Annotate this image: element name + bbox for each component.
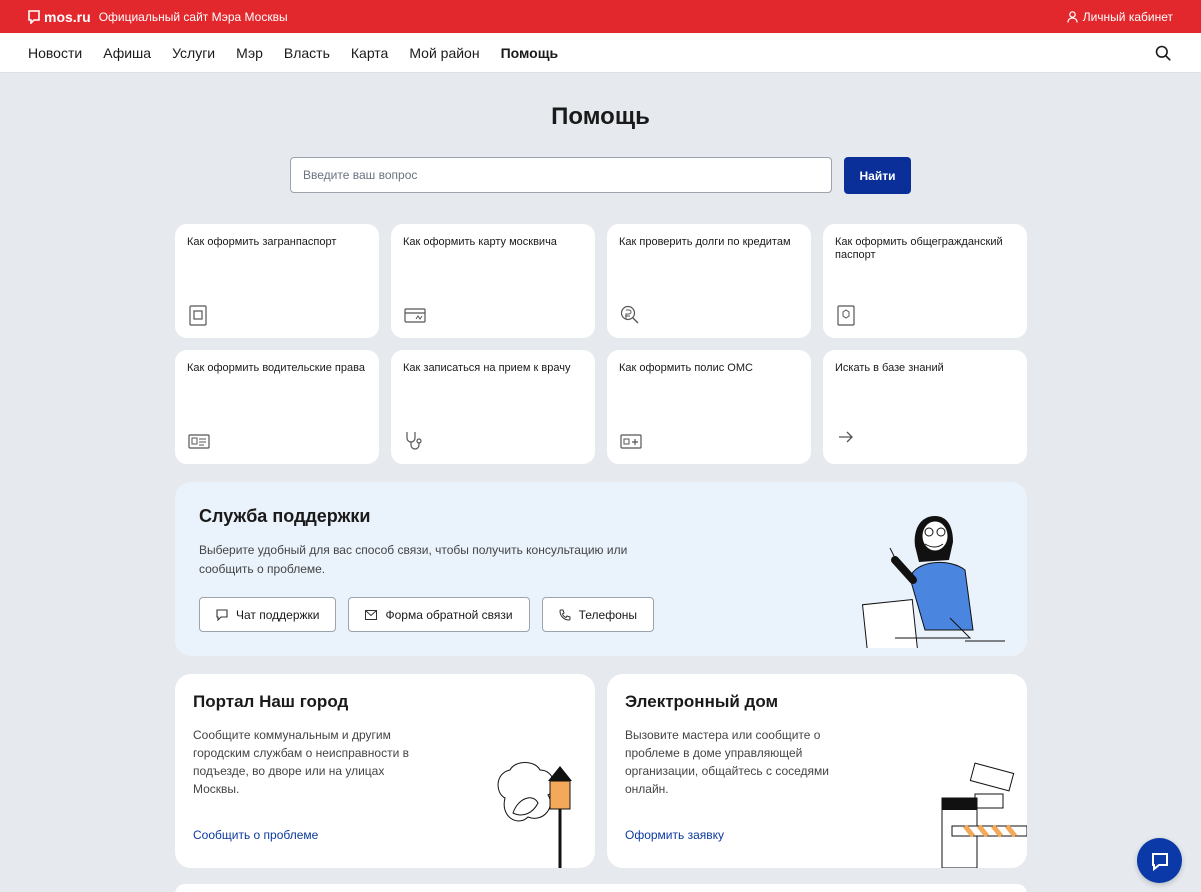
phones-button[interactable]: Телефоны [541, 597, 655, 632]
main-nav: Новости Афиша Услуги Мэр Власть Карта Мо… [0, 33, 1201, 73]
faq-card-zagranpasport[interactable]: Как оформить загранпаспорт [175, 224, 379, 338]
faq-card-internal-passport[interactable]: Как оформить общегражданский паспорт [823, 224, 1027, 338]
insurance-card-icon [620, 434, 642, 449]
chat-bubble-icon [1151, 852, 1168, 871]
service-cards: Портал Наш город Сообщите коммунальным и… [175, 674, 1027, 868]
faq-card-knowledge-base[interactable]: Искать в базе знаний [823, 350, 1027, 464]
mos-logo[interactable]: mos.ru [28, 9, 91, 25]
electronic-house-card[interactable]: Электронный дом Вызовите мастера или соо… [607, 674, 1027, 868]
edom-title: Электронный дом [625, 692, 779, 711]
card-label: Как оформить общегражданский паспорт [835, 236, 1003, 261]
brand[interactable]: mos.ru Официальный сайт Мэра Москвы [28, 9, 288, 25]
nav-item-help[interactable]: Помощь [501, 45, 559, 61]
driver-license-icon [188, 434, 210, 449]
nav-item-services[interactable]: Услуги [172, 45, 215, 61]
faq-cards: Как оформить загранпаспорт Как оформить … [175, 224, 1027, 464]
support-text: Выберите удобный для вас способ связи, ч… [199, 543, 628, 576]
portal-nash-gorod-card[interactable]: Портал Наш город Сообщите коммунальным и… [175, 674, 595, 868]
user-icon [1067, 10, 1078, 23]
site-slogan: Официальный сайт Мэра Москвы [98, 9, 288, 24]
card-label: Как оформить водительские права [187, 362, 365, 374]
next-section-card [175, 884, 1027, 892]
help-search: Введите ваш вопрос Найти [0, 157, 1201, 194]
find-button[interactable]: Найти [844, 157, 911, 194]
page-title: Помощь [551, 103, 650, 130]
mail-icon [365, 609, 378, 620]
search-button[interactable] [1153, 43, 1173, 63]
phone-icon [559, 609, 571, 621]
personal-cabinet-link[interactable]: Личный кабинет [1067, 10, 1173, 24]
report-problem-link[interactable]: Сообщить о проблеме [193, 828, 318, 842]
nav-item-government[interactable]: Власть [284, 45, 330, 61]
cabinet-label: Личный кабинет [1082, 9, 1173, 24]
support-section: Служба поддержки Выберите удобный для ва… [175, 482, 1027, 656]
nav-item-news[interactable]: Новости [28, 45, 82, 61]
search-icon [1155, 45, 1171, 61]
stethoscope-icon [406, 432, 422, 450]
card-label: Как записаться на прием к врачу [403, 362, 571, 374]
portal-title: Портал Наш город [193, 692, 349, 711]
passport-icon [189, 305, 207, 326]
support-chat-button[interactable]: Чат поддержки [199, 597, 337, 632]
button-label: Телефоны [578, 607, 638, 622]
emblem-passport-icon [837, 305, 855, 326]
chat-fab-button[interactable] [1137, 838, 1182, 883]
submit-request-link[interactable]: Оформить заявку [625, 828, 724, 842]
help-search-input[interactable]: Введите ваш вопрос [290, 157, 832, 193]
camera-barrier-illustration [941, 762, 1027, 868]
chat-icon [216, 608, 228, 621]
portal-text: Сообщите коммунальным и другим городским… [193, 728, 410, 796]
nav-items: Новости Афиша Услуги Мэр Власть Карта Мо… [28, 45, 558, 61]
faq-card-credit-debts[interactable]: Как проверить долги по кредитам [607, 224, 811, 338]
logo-icon [28, 9, 40, 24]
nav-item-my-district[interactable]: Мой район [409, 45, 479, 61]
debt-search-icon [620, 305, 639, 324]
nav-item-mayor[interactable]: Мэр [236, 45, 263, 61]
card-label: Как проверить долги по кредитам [619, 236, 791, 248]
logo-text: mos.ru [44, 8, 91, 25]
edom-text: Вызовите мастера или сообщите о проблеме… [625, 728, 830, 796]
faq-card-oms-policy[interactable]: Как оформить полис ОМС [607, 350, 811, 464]
card-label: Как оформить карту москвича [403, 236, 557, 248]
faq-card-moscow-card[interactable]: Как оформить карту москвича [391, 224, 595, 338]
arrow-right-icon [839, 431, 853, 443]
support-operator-illustration [861, 516, 1005, 648]
card-label: Искать в базе знаний [835, 362, 944, 374]
card-label: Как оформить полис ОМС [619, 362, 753, 374]
feedback-form-button[interactable]: Форма обратной связи [348, 597, 530, 632]
street-lamp-illustration [497, 762, 572, 868]
button-label: Форма обратной связи [385, 607, 513, 622]
card-icon [404, 308, 426, 323]
card-label: Как оформить загранпаспорт [187, 236, 337, 248]
faq-card-doctor-appointment[interactable]: Как записаться на прием к врачу [391, 350, 595, 464]
button-label: Чат поддержки [236, 607, 320, 622]
nav-item-map[interactable]: Карта [351, 45, 388, 61]
top-bar: mos.ru Официальный сайт Мэра Москвы Личн… [0, 0, 1201, 33]
faq-card-driver-license[interactable]: Как оформить водительские права [175, 350, 379, 464]
nav-item-afisha[interactable]: Афиша [103, 45, 151, 61]
